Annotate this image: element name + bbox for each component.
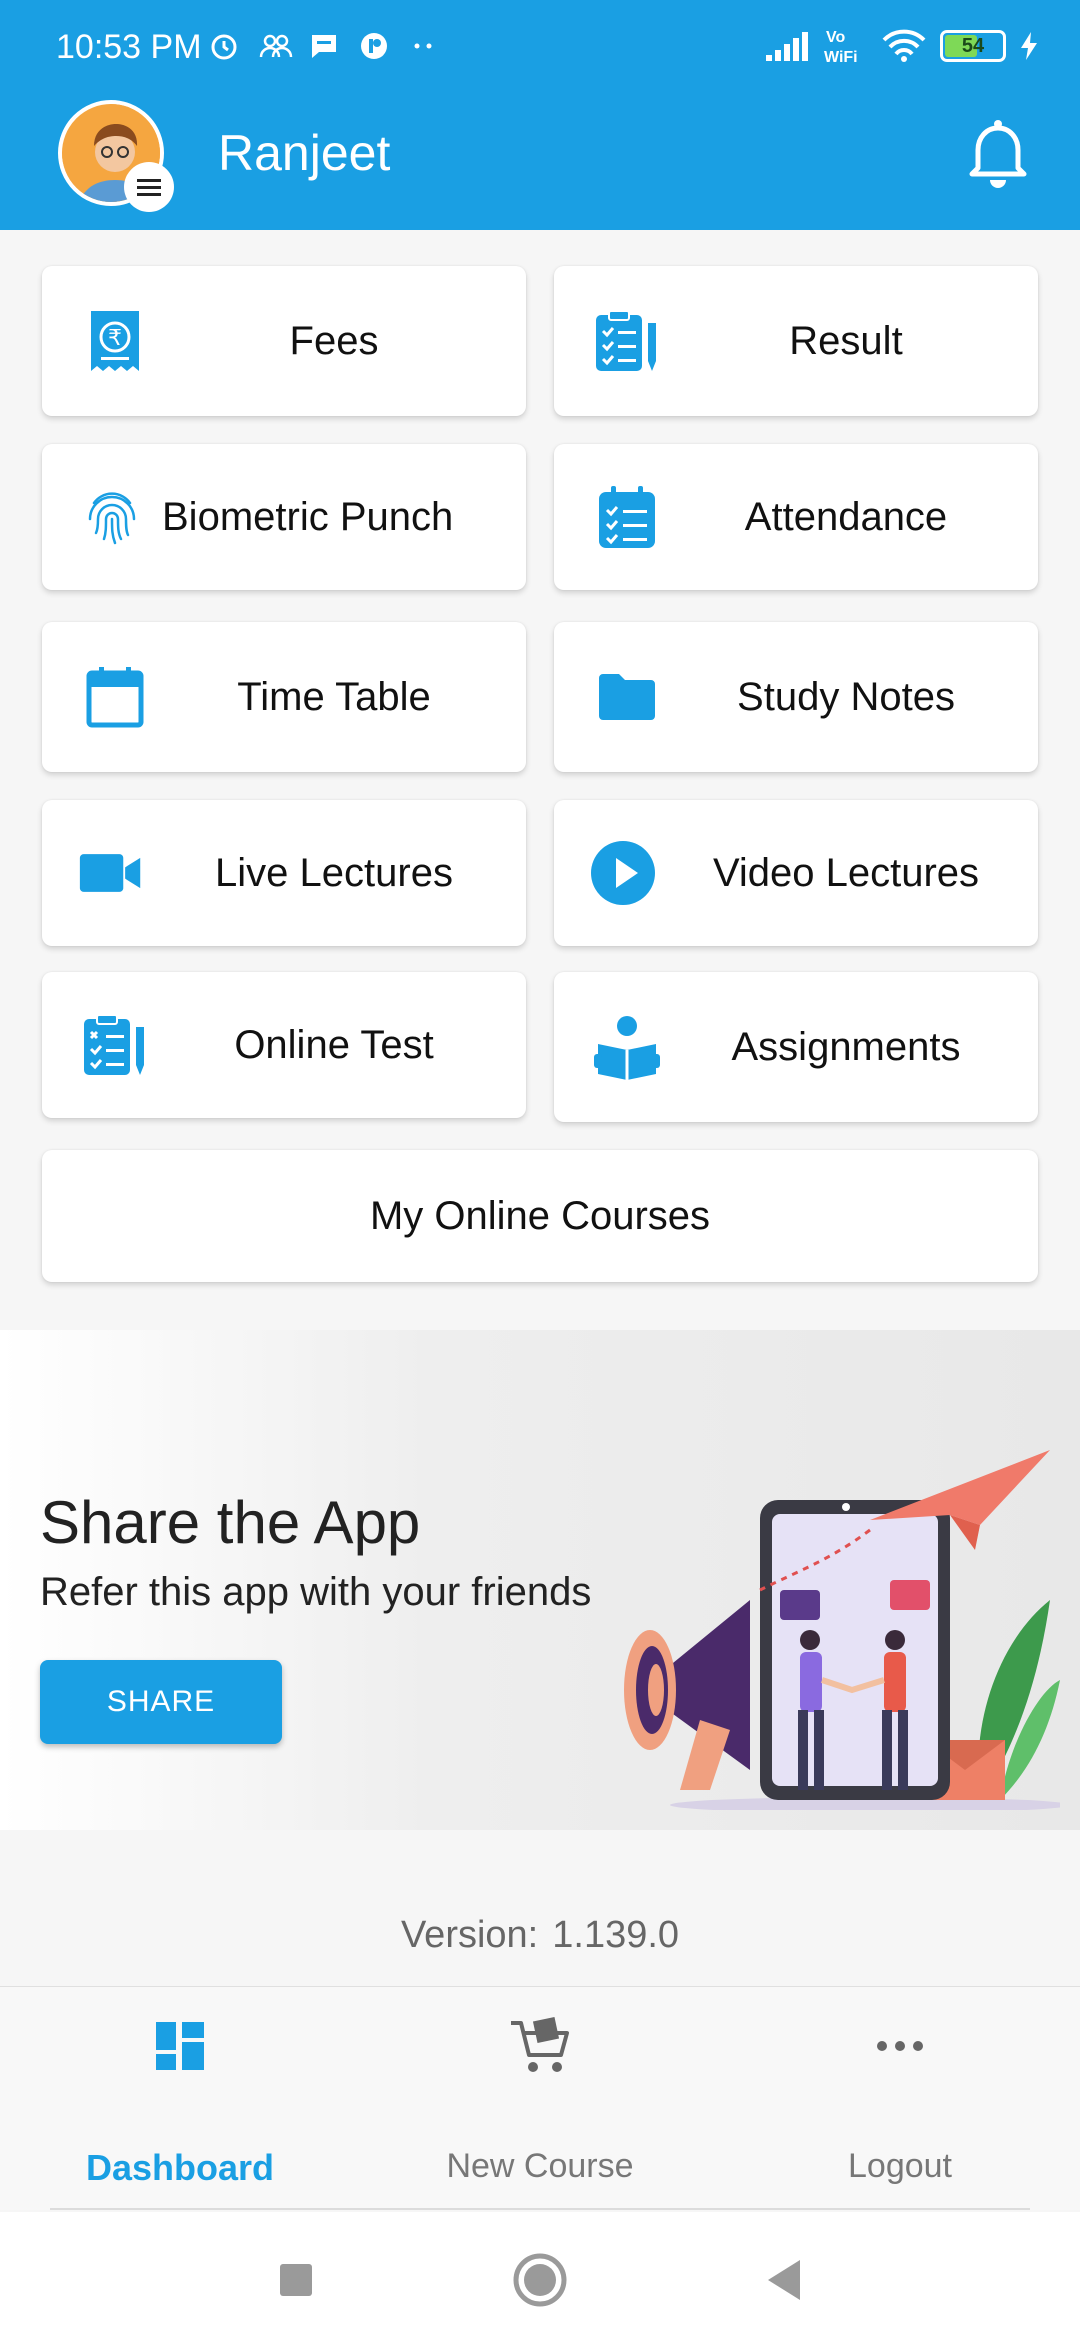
tab-logout[interactable]: Logout (720, 1987, 1080, 2211)
recents-square-icon[interactable] (268, 2252, 324, 2308)
biometric-punch-label: Biometric Punch (162, 494, 454, 539)
nav-divider (50, 2208, 1030, 2210)
svg-text:WiFi: WiFi (824, 49, 858, 66)
svg-text:₹: ₹ (108, 326, 122, 351)
online-test-card[interactable]: Online Test (42, 972, 526, 1118)
fees-label: Fees (289, 318, 379, 363)
calendar-checklist-icon (594, 484, 660, 550)
alarm-icon (208, 30, 240, 62)
app-header: 10:53 PM Vo WiFi 54 Ranjeet (0, 0, 1080, 230)
vowifi-icon: Vo WiFi (824, 29, 858, 66)
video-lectures-card[interactable]: Video Lectures (554, 800, 1038, 946)
tab-dashboard-label: Dashboard (85, 2147, 275, 2188)
fingerprint-icon (86, 484, 138, 550)
study-notes-label: Study Notes (737, 674, 955, 719)
app-icon (358, 30, 390, 62)
charging-icon (1021, 32, 1037, 60)
rupee-receipt-icon: ₹ (82, 308, 148, 374)
back-triangle-icon[interactable] (756, 2252, 812, 2308)
wifi-icon (882, 29, 926, 62)
system-navigation-bar (0, 2212, 1080, 2340)
share-illustration (624, 1450, 1060, 1810)
more-dots-icon (408, 30, 440, 62)
my-online-courses-card[interactable]: My Online Courses (42, 1150, 1038, 1282)
study-notes-card[interactable]: Study Notes (554, 622, 1038, 772)
version-number: 1.139.0 (552, 1914, 680, 1956)
status-notification-icons (208, 30, 440, 62)
dashboard-icon (147, 2013, 213, 2079)
my-online-courses-label: My Online Courses (369, 1193, 711, 1238)
battery-level: 54 (961, 34, 985, 57)
clipboard-checklist-icon (594, 308, 660, 374)
banner-title: Share the App (40, 1489, 421, 1556)
result-label: Result (789, 318, 903, 363)
live-lectures-label: Live Lectures (215, 850, 453, 895)
tab-new-course-label: New Course (446, 2147, 634, 2185)
assignments-card[interactable]: Assignments (554, 972, 1038, 1122)
more-horizontal-icon (867, 2013, 933, 2079)
fees-card[interactable]: ₹ Fees (42, 266, 526, 416)
attendance-label: Attendance (744, 494, 948, 539)
bottom-navigation: Dashboard New Course Logout (0, 1986, 1080, 2210)
tab-dashboard[interactable]: Dashboard (0, 1987, 360, 2211)
username: Ranjeet (218, 125, 391, 181)
live-lectures-card[interactable]: Live Lectures (42, 800, 526, 946)
status-bar: 10:53 PM Vo WiFi 54 (0, 0, 1080, 96)
tab-new-course[interactable]: New Course (360, 1987, 720, 2211)
biometric-punch-card[interactable]: Biometric Punch (42, 444, 526, 590)
cart-icon (507, 2013, 573, 2079)
signal-icon (766, 32, 808, 61)
home-circle-icon[interactable] (512, 2252, 568, 2308)
assignments-label: Assignments (731, 1024, 961, 1069)
folder-icon (594, 664, 660, 730)
calendar-icon (82, 664, 148, 730)
banner-subtitle: Refer this app with your friends (40, 1570, 592, 1614)
status-time: 10:53 PM (56, 28, 202, 66)
chat-icon (308, 30, 340, 62)
attendance-card[interactable]: Attendance (554, 444, 1038, 590)
status-system-icons: Vo WiFi 54 (764, 26, 1040, 66)
group-icon (258, 30, 293, 62)
time-table-card[interactable]: Time Table (42, 622, 526, 772)
tab-logout-label: Logout (848, 2147, 952, 2185)
share-app-banner: Share the App Refer this app with your f… (0, 1330, 1080, 1830)
video-lectures-label: Video Lectures (712, 850, 980, 895)
battery-icon: 54 (940, 30, 1006, 62)
notification-bell-icon[interactable] (966, 118, 1030, 190)
result-card[interactable]: Result (554, 266, 1038, 416)
share-button[interactable]: SHARE (40, 1660, 282, 1744)
play-circle-icon (590, 840, 656, 906)
app-version: Version: 1.139.0 (0, 1914, 1080, 1957)
menu-icon[interactable] (124, 162, 174, 212)
time-table-label: Time Table (237, 674, 431, 719)
svg-text:Vo: Vo (826, 29, 845, 46)
test-clipboard-icon (82, 1012, 148, 1078)
version-label: Version: (400, 1914, 539, 1956)
video-camera-icon (78, 840, 144, 906)
reading-person-icon (594, 1014, 660, 1080)
online-test-label: Online Test (234, 1022, 434, 1067)
